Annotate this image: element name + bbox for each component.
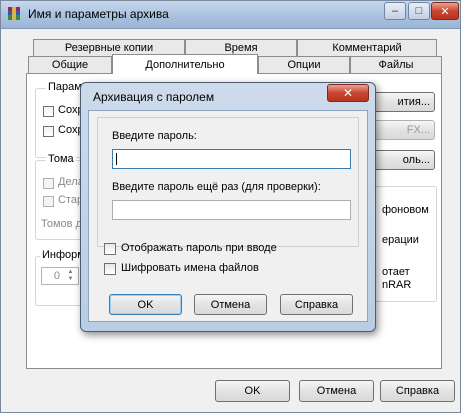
show-password-label[interactable]: Отображать пароль при вводе	[121, 242, 277, 254]
show-password-checkbox[interactable]	[104, 243, 116, 255]
tab-advanced[interactable]: Дополнительно	[112, 54, 258, 74]
password-button[interactable]: оль...	[367, 150, 435, 170]
confirm-password-label: Введите пароль ещё раз (для проверки):	[112, 181, 321, 193]
close-icon: ✕	[440, 5, 450, 18]
password-input[interactable]	[112, 149, 351, 169]
close-icon: ✕	[342, 86, 354, 100]
tab-options[interactable]: Опции	[258, 56, 350, 73]
text-caret	[116, 153, 117, 165]
password-label: Введите пароль:	[112, 130, 197, 142]
dialog-close-button[interactable]: ✕	[327, 84, 369, 102]
spin-down-icon[interactable]: ▼	[64, 276, 77, 283]
tab-label: Резервные копии	[64, 42, 154, 54]
set-password-button[interactable]: ития...	[367, 92, 435, 112]
dialog-title: Архивация с паролем	[93, 90, 215, 104]
button-label: OK	[137, 298, 154, 311]
close-button[interactable]: ✕	[431, 2, 459, 20]
dialog-body: Введите пароль: Введите пароль ещё раз (…	[88, 110, 368, 322]
right-text-1: фоновом	[382, 204, 429, 216]
tab-label: Опции	[287, 59, 321, 71]
params-checkbox-1[interactable]	[43, 106, 54, 117]
info-spinner[interactable]: 0 ▲ ▼	[41, 267, 79, 285]
dialog-cancel-button[interactable]: Отмена	[194, 294, 267, 315]
winrar-icon	[8, 7, 20, 20]
tab-files[interactable]: Файлы	[350, 56, 442, 73]
encrypt-filenames-checkbox[interactable]	[104, 263, 116, 275]
right-text-4: nRAR	[382, 279, 412, 291]
dialog-help-button[interactable]: Справка	[280, 294, 353, 315]
right-text-2: ерации	[382, 234, 419, 246]
tab-label: Комментарий	[332, 42, 402, 54]
window-title: Имя и параметры архива	[28, 7, 169, 21]
tab-label: Файлы	[378, 59, 414, 71]
button-label: ития...	[397, 96, 430, 108]
minimize-icon: –	[391, 5, 399, 17]
tab-label: Дополнительно	[145, 58, 225, 71]
minimize-button[interactable]: –	[384, 2, 406, 20]
cancel-button[interactable]: Отмена	[299, 380, 374, 402]
button-label: Отмена	[316, 385, 357, 397]
password-dialog: Архивация с паролем ✕ Введите пароль: Вв…	[80, 82, 376, 332]
button-label: OK	[244, 385, 261, 397]
ok-button[interactable]: OK	[215, 380, 290, 402]
maximize-button[interactable]: □	[408, 2, 430, 20]
dialog-ok-button[interactable]: OK	[109, 294, 182, 315]
tab-comment[interactable]: Комментарий	[297, 39, 437, 56]
maximize-icon: □	[415, 5, 423, 17]
password-group: Введите пароль: Введите пароль ещё раз (…	[97, 117, 359, 247]
tab-label: Общие	[51, 59, 89, 71]
confirm-password-input[interactable]	[112, 200, 351, 220]
volumes-count-label: Томов д	[41, 218, 82, 230]
sfx-button[interactable]: FX...	[367, 120, 435, 140]
right-text-3: отает	[382, 266, 410, 278]
volumes-group-label: Тома	[46, 153, 76, 165]
spinner-value: 0	[53, 270, 60, 282]
spin-up-icon[interactable]: ▲	[64, 269, 77, 276]
button-label: Отмена	[210, 298, 251, 311]
params-checkbox-2[interactable]	[43, 126, 54, 137]
tab-label: Время	[224, 42, 258, 54]
tab-general[interactable]: Общие	[28, 56, 112, 73]
button-label: FX...	[406, 124, 430, 136]
button-label: оль...	[402, 154, 430, 166]
window-titlebar[interactable]: Имя и параметры архива – □ ✕	[1, 1, 460, 29]
volumes-checkbox-2[interactable]	[43, 196, 54, 207]
button-label: Справка	[395, 385, 440, 397]
encrypt-filenames-label[interactable]: Шифровать имена файлов	[121, 262, 259, 274]
volumes-checkbox-1[interactable]	[43, 178, 54, 189]
button-label: Справка	[294, 298, 339, 311]
help-button[interactable]: Справка	[380, 380, 455, 402]
